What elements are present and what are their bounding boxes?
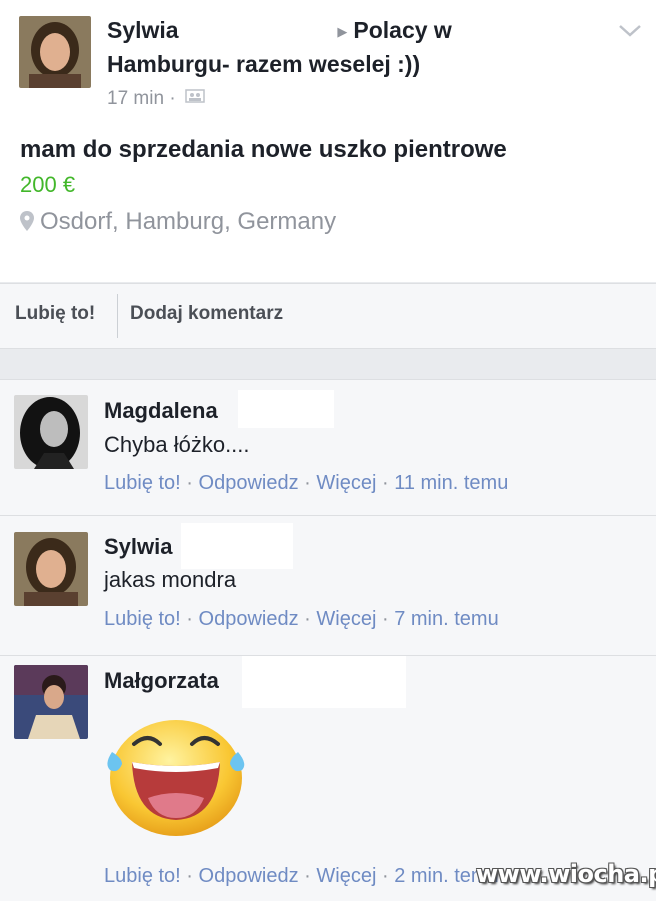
add-comment-button[interactable]: Dodaj komentarz xyxy=(130,303,283,325)
comment-time[interactable]: 11 min. temu xyxy=(394,472,508,494)
like-button[interactable]: Lubię to! xyxy=(15,303,95,325)
post-location[interactable]: Osdorf, Hamburg, Germany xyxy=(20,208,336,238)
comment-more-link[interactable]: Więcej xyxy=(316,608,376,630)
comment-item: Magdalena Chyba łóżko.... Lubię to! · Od… xyxy=(0,380,656,516)
comment-item: Sylwia jakas mondra Lubię to! · Odpowied… xyxy=(0,516,656,656)
post-author-avatar[interactable] xyxy=(19,16,91,88)
comment-actions: Lubię to! · Odpowiedz · Więcej · 2 min. … xyxy=(104,865,499,887)
comment-more-link[interactable]: Więcej xyxy=(316,472,376,494)
comment-like-link[interactable]: Lubię to! xyxy=(104,865,181,887)
post-time[interactable]: 17 min xyxy=(107,88,164,109)
laughing-tears-emoji xyxy=(100,718,250,840)
group-icon xyxy=(185,88,205,110)
commenter-avatar[interactable] xyxy=(14,395,88,469)
divider xyxy=(117,294,118,338)
comment-text: jakas mondra xyxy=(104,567,237,592)
location-pin-icon xyxy=(20,210,34,238)
comment-like-link[interactable]: Lubię to! xyxy=(104,472,181,494)
commenter-name[interactable]: Magdalena xyxy=(104,398,218,424)
redaction xyxy=(242,656,406,708)
comment-actions: Lubię to! · Odpowiedz · Więcej · 7 min. … xyxy=(104,608,499,630)
redaction xyxy=(238,390,334,428)
commenter-avatar[interactable] xyxy=(14,532,88,606)
comments-section: Magdalena Chyba łóżko.... Lubię to! · Od… xyxy=(0,379,656,901)
comment-text: Chyba łóżko.... xyxy=(104,432,250,457)
chevron-down-icon[interactable] xyxy=(617,20,643,40)
post-card: Sylwia ▶ Polacy w Hamburgu- razem weselej… xyxy=(0,0,656,282)
redaction xyxy=(181,523,293,569)
comment-time[interactable]: 7 min. temu xyxy=(394,608,498,630)
post-text: mam do sprzedania nowe uszko pientrowe xyxy=(20,136,507,163)
post-author-name[interactable]: Sylwia xyxy=(107,17,179,43)
post-header: Sylwia ▶ Polacy w Hamburgu- razem weselej… xyxy=(107,14,577,80)
commenter-avatar[interactable] xyxy=(14,665,88,739)
comment-reply-link[interactable]: Odpowiedz xyxy=(199,608,299,630)
location-text: Osdorf, Hamburg, Germany xyxy=(40,208,337,235)
watermark: www.wiocha.pl xyxy=(476,860,656,888)
comment-actions: Lubię to! · Odpowiedz · Więcej · 11 min.… xyxy=(104,472,509,494)
action-bar: Lubię to! Dodaj komentarz xyxy=(0,283,656,349)
commenter-name[interactable]: Małgorzata xyxy=(104,668,219,694)
post-price: 200 € xyxy=(20,172,76,197)
comment-reply-link[interactable]: Odpowiedz xyxy=(199,472,299,494)
arrow-right-icon: ▶ xyxy=(337,23,348,39)
comment-like-link[interactable]: Lubię to! xyxy=(104,608,181,630)
comment-more-link[interactable]: Więcej xyxy=(316,865,376,887)
comment-reply-link[interactable]: Odpowiedz xyxy=(199,865,299,887)
post-meta: 17 min · xyxy=(107,88,205,110)
commenter-name[interactable]: Sylwia xyxy=(104,534,172,560)
redaction xyxy=(185,21,331,42)
